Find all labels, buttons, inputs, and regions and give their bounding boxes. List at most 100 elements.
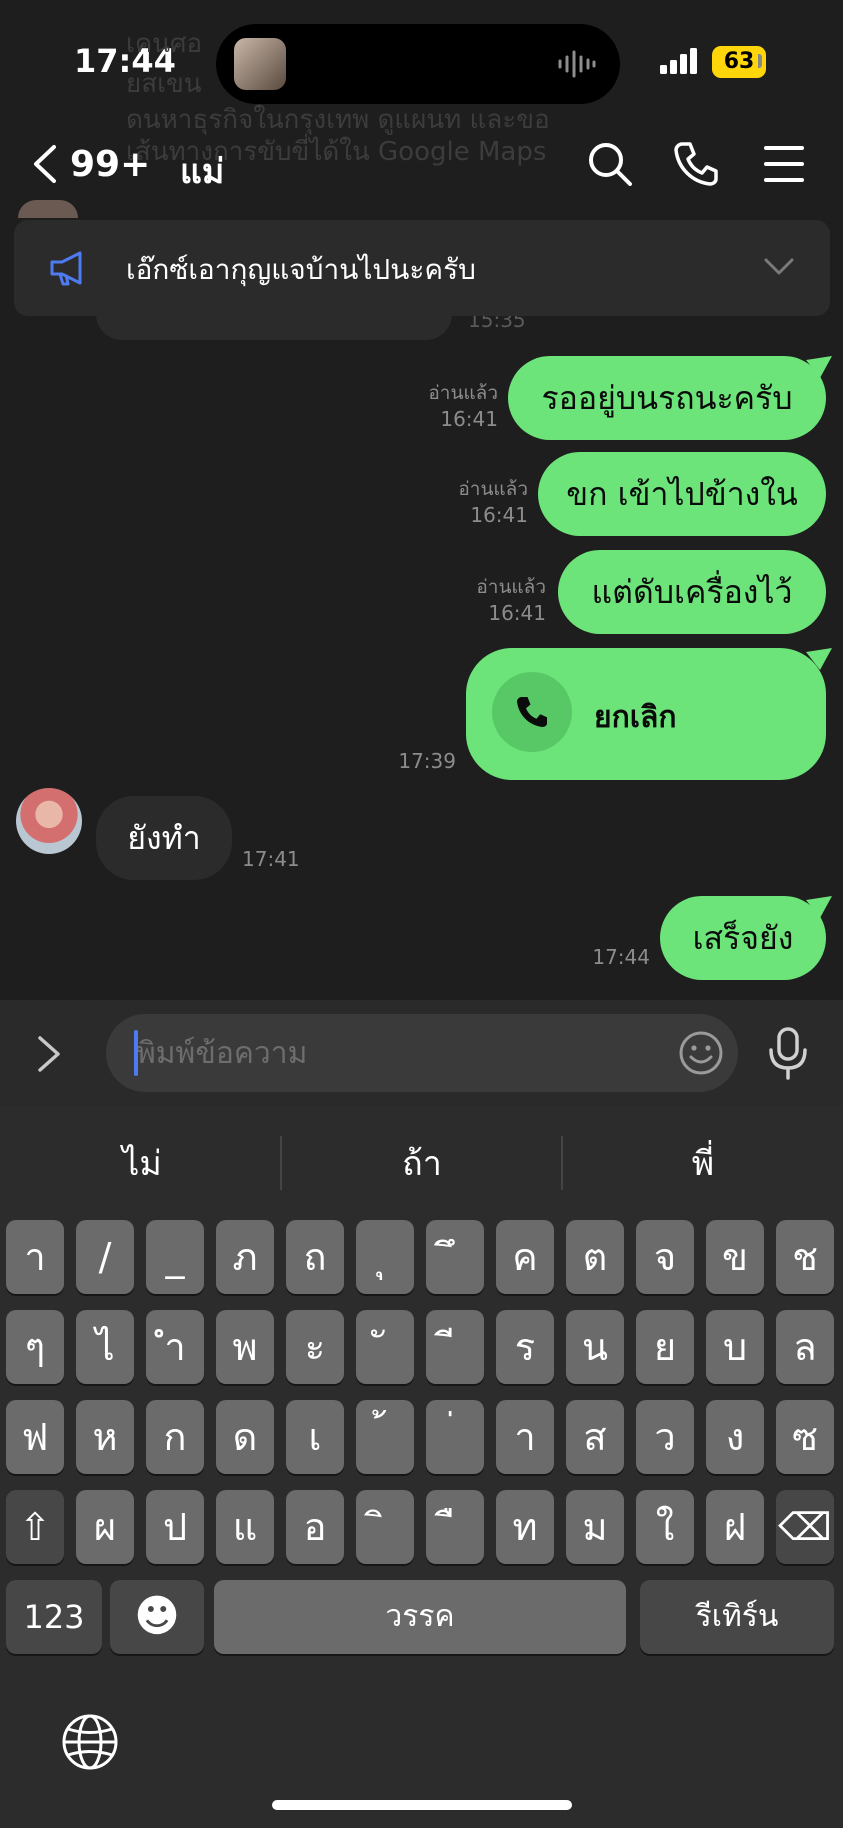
suggestion-item[interactable]: ถ้า	[282, 1136, 562, 1190]
message-meta: อ่านแล้ว 16:41	[430, 476, 528, 528]
suggestion-bar: ไม่ ถ้า พี่	[0, 1106, 843, 1216]
key[interactable]: ต	[566, 1220, 624, 1294]
key[interactable]: บ	[706, 1310, 764, 1384]
key[interactable]: ั	[356, 1310, 414, 1384]
message-time: 16:41	[488, 601, 546, 625]
suggestion-item[interactable]: พี่	[563, 1136, 843, 1190]
key[interactable]: น	[566, 1310, 624, 1384]
text-caret	[134, 1030, 138, 1076]
search-icon[interactable]	[586, 140, 634, 188]
key[interactable]: ิ	[356, 1490, 414, 1564]
bubble-tail	[806, 356, 832, 378]
key[interactable]: ใ	[636, 1490, 694, 1564]
key[interactable]: จ	[636, 1220, 694, 1294]
chat-header: 99+ แม่	[0, 120, 843, 210]
globe-icon[interactable]	[60, 1712, 120, 1772]
key[interactable]: ฟ	[6, 1400, 64, 1474]
key[interactable]: า	[6, 1220, 64, 1294]
message-time: 17:41	[242, 847, 300, 871]
key[interactable]: ส	[566, 1400, 624, 1474]
key[interactable]: ึ	[426, 1220, 484, 1294]
numbers-key[interactable]: 123	[6, 1580, 102, 1654]
key[interactable]: ๆ	[6, 1310, 64, 1384]
return-key[interactable]: รีเทิร์น	[640, 1580, 834, 1654]
key[interactable]: พ	[216, 1310, 274, 1384]
message-text: เสร็จยัง	[692, 918, 794, 957]
message-bubble-incoming[interactable]: ยังทำ	[96, 796, 232, 880]
message-meta: อ่านแล้ว 16:41	[400, 380, 498, 432]
key[interactable]: อ	[286, 1490, 344, 1564]
message-meta: อ่านแล้ว 16:41	[448, 574, 546, 626]
microphone-icon[interactable]	[766, 1026, 810, 1080]
contact-avatar[interactable]	[16, 788, 82, 854]
key[interactable]: ย	[636, 1310, 694, 1384]
phone-icon	[517, 697, 547, 727]
message-text: รออยู่บนรถนะครับ	[541, 378, 793, 417]
key[interactable]: ม	[566, 1490, 624, 1564]
key[interactable]: ซ	[776, 1400, 834, 1474]
key[interactable]: ผ	[76, 1490, 134, 1564]
key[interactable]: ล	[776, 1310, 834, 1384]
key[interactable]: ะ	[286, 1310, 344, 1384]
message-bubble-outgoing[interactable]: แต่ดับเครื่องไว้	[558, 550, 826, 634]
shift-key[interactable]: ⇧	[6, 1490, 64, 1564]
key[interactable]: ื	[426, 1490, 484, 1564]
key[interactable]: ้	[356, 1400, 414, 1474]
key[interactable]: ถ	[286, 1220, 344, 1294]
message-bubble-outgoing[interactable]: เสร็จยัง	[660, 896, 832, 980]
emoji-icon[interactable]	[678, 1030, 724, 1076]
bubble-tail	[806, 648, 832, 670]
key[interactable]: ุ	[356, 1220, 414, 1294]
announcement-banner[interactable]: เอ๊กซ์เอากุญแจบ้านไปนะครับ	[14, 220, 830, 316]
key[interactable]: ภ	[216, 1220, 274, 1294]
key[interactable]: ก	[146, 1400, 204, 1474]
key[interactable]: ด	[216, 1400, 274, 1474]
phone-icon[interactable]	[672, 140, 720, 188]
key[interactable]: ห	[76, 1400, 134, 1474]
call-status-icon	[492, 672, 572, 752]
chevron-left-icon[interactable]	[30, 144, 58, 184]
key[interactable]: ไ	[76, 1310, 134, 1384]
keyboard: ไม่ ถ้า พี่ า / _ ภ ถ ุ ึ ค ต จ ข ช ๆ ไ …	[0, 1106, 843, 1828]
call-status-label: ยกเลิก	[594, 700, 677, 735]
key[interactable]: ี	[426, 1310, 484, 1384]
key[interactable]: ท	[496, 1490, 554, 1564]
ghost-line: เคนศอ	[126, 29, 203, 59]
backspace-key[interactable]: ⌫	[776, 1490, 834, 1564]
key[interactable]: ร	[496, 1310, 554, 1384]
space-key[interactable]: วรรค	[214, 1580, 626, 1654]
key[interactable]: า	[496, 1400, 554, 1474]
key[interactable]: ค	[496, 1220, 554, 1294]
message-input[interactable]	[106, 1014, 738, 1092]
message-bubble-outgoing[interactable]: ขก เข้าไปข้างใน	[538, 452, 826, 536]
chevron-down-icon[interactable]	[764, 254, 794, 280]
key[interactable]: /	[76, 1220, 134, 1294]
key[interactable]: ฝ	[706, 1490, 764, 1564]
key[interactable]: ข	[706, 1220, 764, 1294]
key[interactable]: เ	[286, 1400, 344, 1474]
key[interactable]: แ	[216, 1490, 274, 1564]
read-receipt: อ่านแล้ว	[476, 576, 546, 598]
message-meta: 17:44	[566, 944, 650, 970]
audio-wave-icon	[558, 50, 596, 78]
message-time: 16:41	[470, 503, 528, 527]
ghost-line: ยสเขน	[126, 69, 202, 99]
message-text: ยังทำ	[127, 818, 201, 857]
emoji-key[interactable]: ☻	[110, 1580, 204, 1654]
key[interactable]: ำ	[146, 1310, 204, 1384]
dynamic-island[interactable]	[216, 24, 620, 104]
chevron-right-icon[interactable]	[34, 1034, 64, 1074]
home-indicator[interactable]	[272, 1800, 572, 1810]
contact-avatar[interactable]	[18, 200, 78, 218]
key[interactable]: _	[146, 1220, 204, 1294]
key[interactable]: ว	[636, 1400, 694, 1474]
key[interactable]: ่	[426, 1400, 484, 1474]
key[interactable]: ง	[706, 1400, 764, 1474]
key[interactable]: ป	[146, 1490, 204, 1564]
key[interactable]: ช	[776, 1220, 834, 1294]
suggestion-item[interactable]: ไม่	[2, 1136, 282, 1190]
message-bubble-outgoing[interactable]: รออยู่บนรถนะครับ	[508, 356, 832, 440]
chat-title[interactable]: แม่	[180, 144, 224, 198]
menu-icon[interactable]	[760, 140, 808, 188]
unread-count[interactable]: 99+	[70, 144, 150, 185]
